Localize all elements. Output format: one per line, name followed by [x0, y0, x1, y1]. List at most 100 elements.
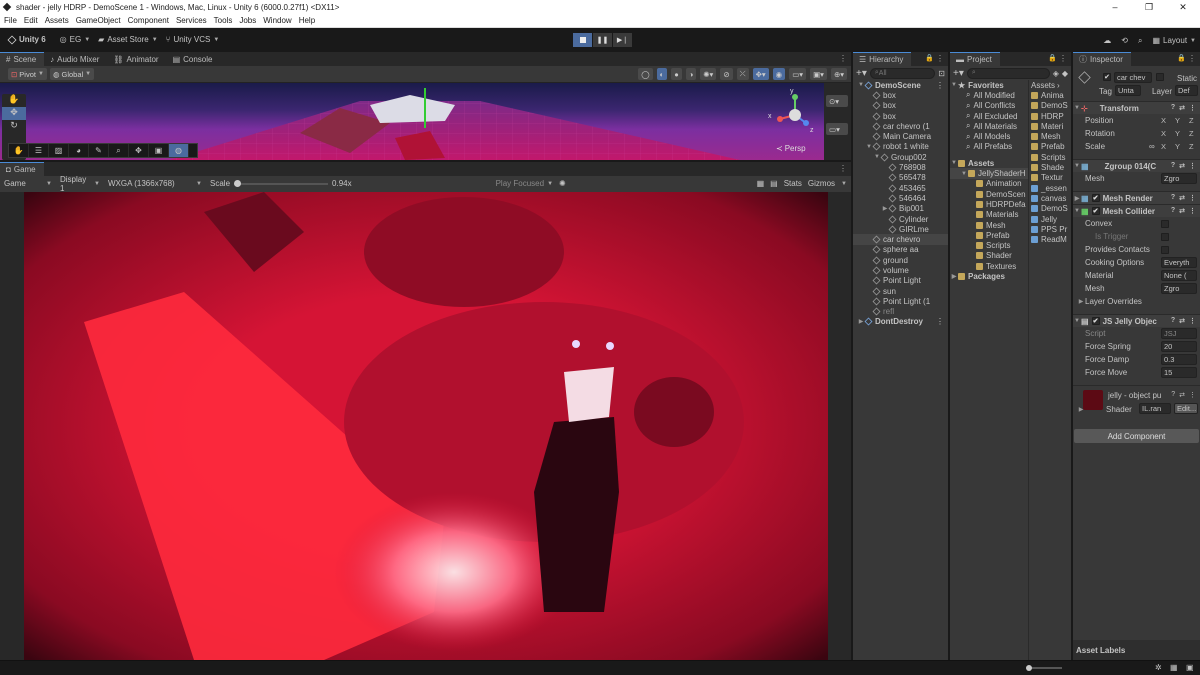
component-menu-icon[interactable]: ⋮: [1189, 162, 1196, 170]
brush-tool-icon[interactable]: ✎: [89, 144, 109, 157]
collider-mesh-field[interactable]: Zgro: [1161, 283, 1197, 294]
hierarchy-item[interactable]: car chevro: [853, 234, 948, 245]
assets-header[interactable]: ▼ Assets: [950, 158, 1028, 168]
scene-menu-icon[interactable]: ⋮: [936, 317, 944, 326]
help-icon[interactable]: ?: [1171, 317, 1175, 325]
overlay-dropdown[interactable]: ▭▾: [789, 68, 807, 80]
hierarchy-search-input[interactable]: ⌕ All: [869, 67, 936, 79]
hierarchy-item[interactable]: Cylinder: [853, 214, 948, 224]
search-icon[interactable]: ⌕: [1138, 36, 1142, 46]
stats-button[interactable]: Stats: [784, 179, 802, 188]
hierarchy-item[interactable]: box: [853, 101, 948, 111]
play-button[interactable]: [573, 33, 592, 47]
scale-y-label[interactable]: Y: [1175, 142, 1180, 151]
fx-toggle[interactable]: ⤫: [736, 68, 749, 80]
pivot-dropdown[interactable]: ⊡ Pivot ▼: [8, 68, 47, 80]
favorite-item[interactable]: ⌕ All Conflicts: [950, 101, 1028, 111]
camera-settings-icon[interactable]: ⊙▾: [826, 95, 848, 107]
folder-item[interactable]: Materials: [950, 210, 1028, 220]
transform-header[interactable]: ▼ ⊹ Transform? ⇄ ⋮: [1073, 101, 1200, 114]
inspector-menu-icon[interactable]: ⋮: [1188, 54, 1196, 63]
history-icon[interactable]: ⟲: [1121, 36, 1128, 45]
folder-item[interactable]: DemoScen: [950, 189, 1028, 199]
minimize-button[interactable]: –: [1098, 0, 1132, 14]
project-search-input[interactable]: ⌕: [966, 67, 1050, 79]
type-filter-icon[interactable]: ◈: [1053, 69, 1059, 78]
rotate-tool-icon[interactable]: ↻: [2, 120, 26, 133]
packages-header[interactable]: ▶ Packages: [950, 271, 1028, 281]
hierarchy-item[interactable]: 768908: [853, 162, 948, 172]
debug-icon[interactable]: ✲: [1155, 663, 1162, 672]
file-item[interactable]: Prefab: [1029, 142, 1071, 152]
favorite-item[interactable]: ⌕ All Modified: [950, 90, 1028, 100]
pause-button[interactable]: ❚❚: [593, 33, 612, 47]
create-dropdown[interactable]: +▾: [856, 68, 867, 79]
hierarchy-item[interactable]: GIRLme: [853, 224, 948, 234]
file-item[interactable]: PPS Pr: [1029, 224, 1071, 234]
tab-audio-mixer[interactable]: ♪ Audio Mixer: [44, 52, 108, 66]
label-filter-icon[interactable]: ◆: [1062, 69, 1068, 78]
menu-tools[interactable]: Tools: [210, 16, 236, 25]
object-name-field[interactable]: car chev: [1114, 72, 1152, 83]
file-item[interactable]: DemoS: [1029, 204, 1071, 214]
account-dropdown[interactable]: ◎ EG ▼: [56, 32, 95, 47]
component-menu-icon[interactable]: ⋮: [1189, 104, 1196, 112]
file-item[interactable]: Scripts: [1029, 152, 1071, 162]
visibility-toggle[interactable]: ◉: [772, 68, 786, 80]
file-item[interactable]: Shade: [1029, 162, 1071, 172]
menu-component[interactable]: Component: [124, 16, 172, 25]
help-icon[interactable]: ?: [1171, 162, 1175, 170]
hierarchy-item[interactable]: 453465: [853, 183, 948, 193]
audio-mute-icon[interactable]: ✺: [559, 179, 566, 188]
tab-console[interactable]: ▤ Console: [166, 52, 221, 66]
gizmos-dropdown[interactable]: ▣▾: [810, 68, 827, 80]
layer-overrides-row[interactable]: ▶ Layer Overrides: [1073, 295, 1200, 308]
folder-item[interactable]: Shader: [950, 251, 1028, 261]
hierarchy-item[interactable]: volume: [853, 265, 948, 275]
file-item[interactable]: ReadM: [1029, 234, 1071, 244]
hierarchy-item[interactable]: sun: [853, 286, 948, 296]
preset-icon[interactable]: ⇄: [1179, 104, 1185, 112]
mesh-collider-header[interactable]: ▼ ▦ ✔ Mesh Collider? ⇄ ⋮: [1073, 204, 1200, 217]
hierarchy-item[interactable]: box: [853, 90, 948, 100]
folder-item[interactable]: ▼ JellyShaderH: [950, 168, 1028, 179]
mesh-filter-header[interactable]: ▼ ▦ Zgroup 014(C? ⇄ ⋮: [1073, 159, 1200, 172]
tab-scene[interactable]: # Scene: [0, 52, 45, 66]
render-settings-dropdown[interactable]: ✺▾: [700, 68, 717, 80]
help-icon[interactable]: ?: [1171, 391, 1175, 399]
folder-item[interactable]: Textures: [950, 261, 1028, 271]
orientation-dropdown[interactable]: ⊕▾: [830, 68, 847, 80]
resolution-dropdown[interactable]: WXGA (1366x768) ▼: [104, 176, 206, 191]
rect-tool-icon[interactable]: ☰: [29, 144, 49, 157]
menu-file[interactable]: File: [0, 16, 20, 25]
tab-game[interactable]: ◘ Game: [0, 162, 44, 176]
filter-icon[interactable]: ⊡: [938, 69, 945, 78]
cloud-services-icon[interactable]: ☁: [1103, 36, 1111, 45]
expand-arrow-icon[interactable]: ▼: [960, 171, 968, 177]
vcs-dropdown[interactable]: ⑂ Unity VCS ▼: [162, 32, 224, 47]
file-item[interactable]: Textur: [1029, 173, 1071, 183]
wireframe-toggle[interactable]: ◯: [638, 68, 653, 80]
position-z-label[interactable]: Z: [1189, 116, 1194, 125]
hierarchy-item[interactable]: refl: [853, 307, 948, 317]
is-trigger-checkbox[interactable]: [1161, 232, 1169, 241]
mesh-field[interactable]: Zgro: [1161, 173, 1197, 184]
sphere-tool-icon[interactable]: ◕: [69, 144, 89, 157]
step-button[interactable]: ▶❘: [613, 33, 632, 47]
hierarchy-item[interactable]: ▼ robot 1 white: [853, 142, 948, 152]
component-menu-icon[interactable]: ⋮: [1189, 391, 1196, 399]
favorite-item[interactable]: ⌕ All Excluded: [950, 111, 1028, 121]
active-checkbox[interactable]: ✔: [1103, 73, 1111, 81]
menu-gameobject[interactable]: GameObject: [72, 16, 124, 25]
force-damp-input[interactable]: 0.3: [1161, 354, 1197, 365]
hierarchy-item[interactable]: Point Light (1: [853, 296, 948, 306]
file-item[interactable]: canvas: [1029, 193, 1071, 203]
position-x-label[interactable]: X: [1161, 116, 1166, 125]
menu-edit[interactable]: Edit: [20, 16, 41, 25]
asset-labels-bar[interactable]: Asset Labels: [1073, 640, 1200, 660]
favorite-item[interactable]: ⌕ All Materials: [950, 121, 1028, 131]
display-dropdown[interactable]: Display 1 ▼: [56, 175, 104, 193]
rotation-x-label[interactable]: X: [1161, 129, 1166, 138]
add-component-button[interactable]: Add Component: [1074, 429, 1199, 443]
project-menu-icon[interactable]: ⋮: [1059, 54, 1067, 63]
